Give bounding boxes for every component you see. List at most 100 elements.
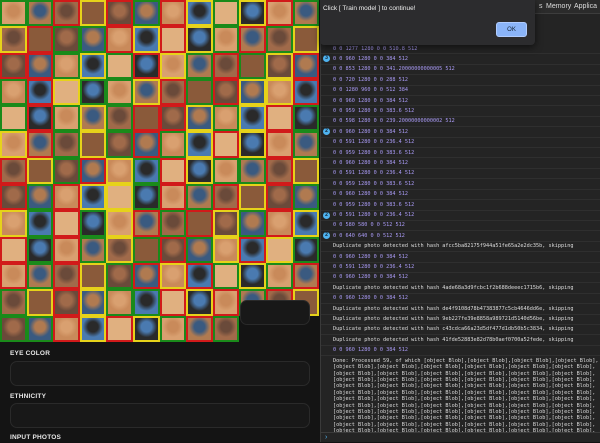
photo-thumbnail[interactable] [106, 131, 133, 158]
previous-field[interactable] [240, 300, 310, 325]
photo-thumbnail[interactable] [0, 289, 27, 316]
photo-thumbnail[interactable] [79, 315, 107, 342]
photo-thumbnail[interactable] [239, 184, 266, 211]
photo-thumbnail[interactable] [106, 262, 133, 290]
photo-thumbnail[interactable] [292, 105, 320, 132]
photo-thumbnail[interactable] [132, 26, 160, 53]
photo-thumbnail[interactable] [159, 105, 187, 132]
photo-thumbnail[interactable] [79, 210, 107, 237]
photo-thumbnail[interactable] [159, 157, 187, 185]
photo-thumbnail[interactable] [26, 131, 54, 158]
photo-thumbnail[interactable] [53, 26, 80, 53]
photo-thumbnail[interactable] [239, 236, 266, 263]
photo-thumbnail[interactable] [239, 210, 266, 237]
photo-thumbnail[interactable] [53, 78, 80, 106]
photo-thumbnail[interactable] [26, 157, 54, 185]
photo-thumbnail[interactable] [239, 0, 266, 27]
photo-thumbnail[interactable] [26, 289, 54, 316]
photo-thumbnail[interactable] [239, 262, 266, 290]
photo-thumbnail[interactable] [106, 0, 133, 27]
photo-thumbnail[interactable] [26, 26, 54, 53]
photo-thumbnail[interactable] [0, 236, 27, 263]
photo-thumbnail[interactable] [132, 289, 160, 316]
photo-thumbnail[interactable] [106, 184, 133, 211]
photo-thumbnail[interactable] [265, 210, 293, 237]
photo-thumbnail[interactable] [26, 315, 54, 342]
photo-thumbnail[interactable] [212, 184, 240, 211]
photo-thumbnail[interactable] [132, 210, 160, 237]
photo-thumbnail[interactable] [106, 105, 133, 132]
photo-thumbnail[interactable] [0, 78, 27, 106]
photo-thumbnail[interactable] [0, 131, 27, 158]
photo-thumbnail[interactable] [186, 78, 213, 106]
photo-thumbnail[interactable] [292, 0, 320, 27]
tab-overflow[interactable]: s [539, 3, 543, 10]
photo-thumbnail[interactable] [159, 210, 187, 237]
photo-thumbnail[interactable] [186, 157, 213, 185]
photo-thumbnail[interactable] [159, 289, 187, 316]
photo-thumbnail[interactable] [106, 157, 133, 185]
photo-thumbnail[interactable] [53, 157, 80, 185]
photo-thumbnail[interactable] [265, 236, 293, 263]
photo-thumbnail[interactable] [0, 184, 27, 211]
photo-thumbnail[interactable] [239, 131, 266, 158]
photo-thumbnail[interactable] [186, 236, 213, 263]
photo-thumbnail[interactable] [79, 236, 107, 263]
photo-thumbnail[interactable] [53, 131, 80, 158]
photo-thumbnail[interactable] [186, 184, 213, 211]
photo-thumbnail[interactable] [265, 131, 293, 158]
photo-thumbnail[interactable] [186, 210, 213, 237]
photo-thumbnail[interactable] [212, 26, 240, 53]
photo-thumbnail[interactable] [79, 78, 107, 106]
photo-thumbnail[interactable] [79, 289, 107, 316]
photo-thumbnail[interactable] [186, 289, 213, 316]
photo-thumbnail[interactable] [0, 262, 27, 290]
photo-thumbnail[interactable] [26, 105, 54, 132]
photo-thumbnail[interactable] [212, 157, 240, 185]
photo-thumbnail[interactable] [186, 131, 213, 158]
photo-thumbnail[interactable] [132, 315, 160, 342]
photo-thumbnail[interactable] [265, 78, 293, 106]
photo-thumbnail[interactable] [26, 0, 54, 27]
photo-thumbnail[interactable] [53, 105, 80, 132]
photo-thumbnail[interactable] [26, 78, 54, 106]
photo-thumbnail[interactable] [292, 184, 320, 211]
ethnicity-input[interactable] [10, 403, 310, 428]
photo-thumbnail[interactable] [0, 105, 27, 132]
photo-thumbnail[interactable] [53, 236, 80, 263]
photo-thumbnail[interactable] [159, 131, 187, 158]
photo-thumbnail[interactable] [212, 105, 240, 132]
photo-thumbnail[interactable] [53, 210, 80, 237]
photo-thumbnail[interactable] [212, 52, 240, 79]
photo-thumbnail[interactable] [0, 52, 27, 79]
photo-thumbnail[interactable] [0, 210, 27, 237]
photo-thumbnail[interactable] [26, 262, 54, 290]
photo-thumbnail[interactable] [292, 236, 320, 263]
photo-thumbnail[interactable] [292, 157, 320, 185]
photo-thumbnail[interactable] [53, 52, 80, 79]
photo-thumbnail[interactable] [132, 236, 160, 263]
photo-thumbnail[interactable] [186, 26, 213, 53]
photo-thumbnail[interactable] [26, 210, 54, 237]
photo-thumbnail[interactable] [53, 184, 80, 211]
photo-thumbnail[interactable] [53, 315, 80, 342]
photo-thumbnail[interactable] [79, 105, 107, 132]
photo-thumbnail[interactable] [79, 184, 107, 211]
photo-thumbnail[interactable] [265, 26, 293, 53]
photo-thumbnail[interactable] [292, 78, 320, 106]
photo-thumbnail[interactable] [265, 157, 293, 185]
photo-thumbnail[interactable] [132, 262, 160, 290]
photo-thumbnail[interactable] [0, 0, 27, 27]
photo-thumbnail[interactable] [132, 157, 160, 185]
photo-thumbnail[interactable] [239, 105, 266, 132]
photo-thumbnail[interactable] [292, 210, 320, 237]
photo-thumbnail[interactable] [159, 0, 187, 27]
photo-thumbnail[interactable] [132, 0, 160, 27]
photo-thumbnail[interactable] [159, 262, 187, 290]
photo-thumbnail[interactable] [106, 315, 133, 342]
photo-thumbnail[interactable] [212, 289, 240, 316]
photo-thumbnail[interactable] [186, 105, 213, 132]
photo-thumbnail[interactable] [212, 0, 240, 27]
photo-thumbnail[interactable] [159, 78, 187, 106]
photo-thumbnail[interactable] [132, 131, 160, 158]
